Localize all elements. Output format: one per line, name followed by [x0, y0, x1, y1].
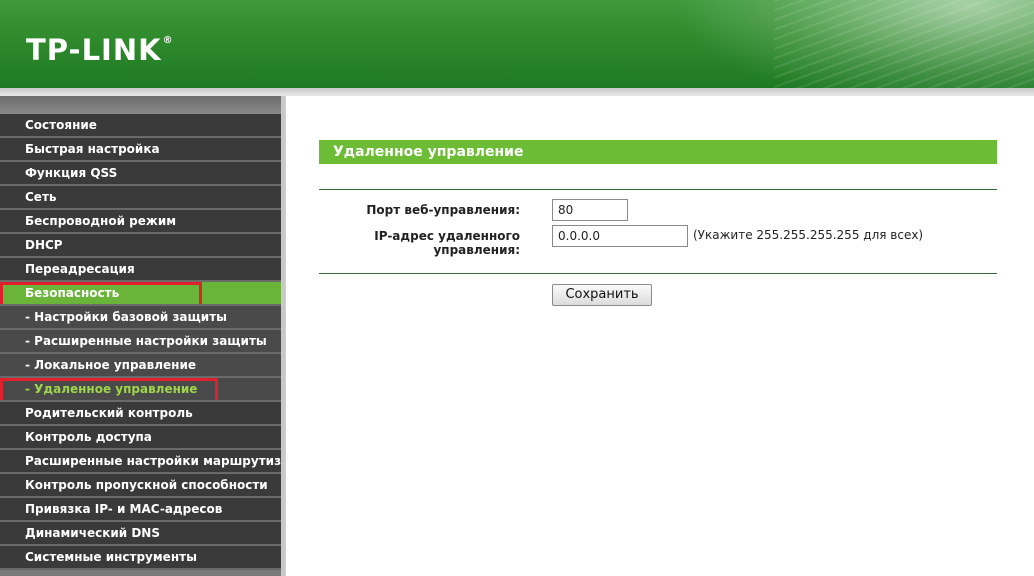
sidebar-item[interactable]: Динамический DNS	[0, 522, 281, 546]
sidebar-item-label: Контроль пропускной способности	[25, 478, 268, 492]
sidebar-item[interactable]: Состояние	[0, 114, 281, 138]
sidebar-top-spacer	[0, 96, 284, 114]
logo-text: TP-LINK	[26, 33, 162, 67]
save-button[interactable]: Сохранить	[552, 284, 652, 306]
tp-link-logo: TP-LINK®	[26, 33, 174, 67]
registered-mark: ®	[162, 35, 174, 46]
ip-label: IP-адрес удаленного управления:	[374, 229, 520, 257]
sidebar-item-label: - Настройки базовой защиты	[25, 310, 228, 324]
bottom-divider	[319, 273, 997, 274]
sidebar-item[interactable]: - Настройки базовой защиты	[0, 306, 281, 330]
ip-input[interactable]: 0.0.0.0	[552, 225, 688, 247]
sidebar-item-label: Системные инструменты	[25, 550, 197, 564]
sidebar-item-label: - Удаленное управление	[25, 382, 198, 396]
sidebar-item-label: Родительский контроль	[25, 406, 193, 420]
sidebar-item[interactable]: Родительский контроль	[0, 402, 281, 426]
ip-hint: (Укажите 255.255.255.255 для всех)	[693, 228, 924, 242]
top-divider	[319, 189, 997, 190]
sidebar-item-label: Расширенные настройки маршрутизации	[25, 454, 281, 468]
sidebar-item-label: DHCP	[25, 238, 63, 252]
sidebar-item-label: Контроль доступа	[25, 430, 152, 444]
sidebar-item-label: Динамический DNS	[25, 526, 160, 540]
header-divider	[0, 88, 1034, 96]
sidebar-item-label: - Локальное управление	[25, 358, 196, 372]
sidebar-item[interactable]: Системные инструменты	[0, 546, 281, 570]
port-label: Порт веб-управления:	[366, 203, 520, 217]
sidebar-item[interactable]: Привязка IP- и MAC-адресов	[0, 498, 281, 522]
sidebar-item-label: Безопасность	[25, 286, 120, 300]
sidebar-item-label: Беспроводной режим	[25, 214, 177, 228]
sidebar-item[interactable]: Контроль доступа	[0, 426, 281, 450]
sidebar-item[interactable]: - Локальное управление	[0, 354, 281, 378]
sidebar-item[interactable]: - Удаленное управление	[0, 378, 281, 402]
header-banner: TP-LINK®	[0, 0, 1034, 88]
port-input[interactable]: 80	[552, 199, 628, 221]
sidebar-item[interactable]: Быстрая настройка	[0, 138, 281, 162]
sidebar-item-label: Сеть	[25, 190, 57, 204]
sidebar-item-label: Быстрая настройка	[25, 142, 160, 156]
sidebar-item[interactable]: Безопасность	[0, 282, 281, 306]
sidebar-item[interactable]: Сеть	[0, 186, 281, 210]
sidebar-item[interactable]: Беспроводной режим	[0, 210, 281, 234]
sidebar-item-label: Переадресация	[25, 262, 135, 276]
sidebar-item[interactable]: Контроль пропускной способности	[0, 474, 281, 498]
sidebar-menu: Состояние Быстрая настройка Функция QSS Сет…	[0, 96, 284, 576]
sidebar-item[interactable]: Переадресация	[0, 258, 281, 282]
sidebar-item[interactable]: DHCP	[0, 234, 281, 258]
sidebar-item[interactable]: - Расширенные настройки защиты	[0, 330, 281, 354]
menu-list: Состояние Быстрая настройка Функция QSS Сет…	[0, 114, 284, 570]
main-panel: Удаленное управление Порт веб-управления…	[285, 96, 1034, 576]
page-title: Удаленное управление	[319, 140, 997, 164]
header-stripes	[774, 0, 1034, 88]
sidebar-item[interactable]: Функция QSS	[0, 162, 281, 186]
sidebar-item[interactable]: Расширенные настройки маршрутизации	[0, 450, 281, 474]
sidebar-item-label: - Расширенные настройки защиты	[25, 334, 267, 348]
sidebar-item-label: Функция QSS	[25, 166, 118, 180]
sidebar-item-label: Состояние	[25, 118, 97, 132]
sidebar-item-label: Привязка IP- и MAC-адресов	[25, 502, 223, 516]
